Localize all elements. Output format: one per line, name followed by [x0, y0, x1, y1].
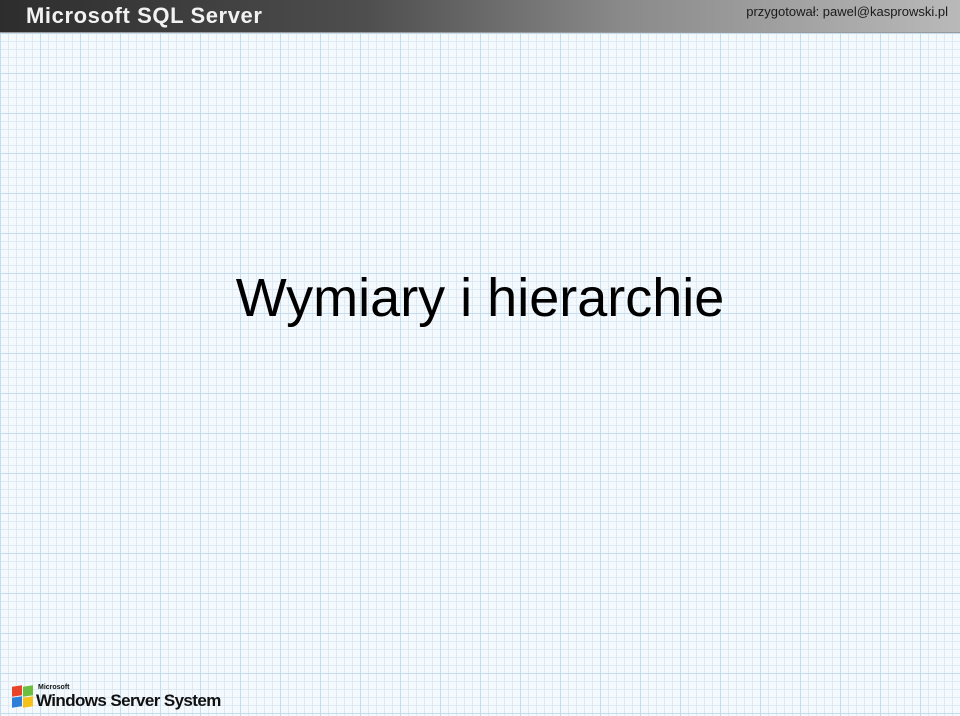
slide-background [0, 0, 960, 716]
header-bar: Microsoft SQL Server przygotował: pawel@… [0, 0, 960, 33]
slide-title: Wymiary i hierarchie [235, 268, 725, 328]
flag-red-pane [12, 685, 22, 697]
flag-blue-pane [12, 696, 22, 708]
windows-flag-icon [12, 685, 34, 708]
flag-yellow-pane [23, 696, 33, 708]
footer-brand-name: Windows Server System [36, 691, 221, 710]
author-credit: przygotował: pawel@kasprowski.pl [746, 4, 948, 19]
flag-green-pane [23, 685, 33, 697]
windows-server-system-logo: Microsoft Windows Server System [12, 684, 222, 712]
sql-server-logo: Microsoft SQL Server [26, 3, 263, 28]
